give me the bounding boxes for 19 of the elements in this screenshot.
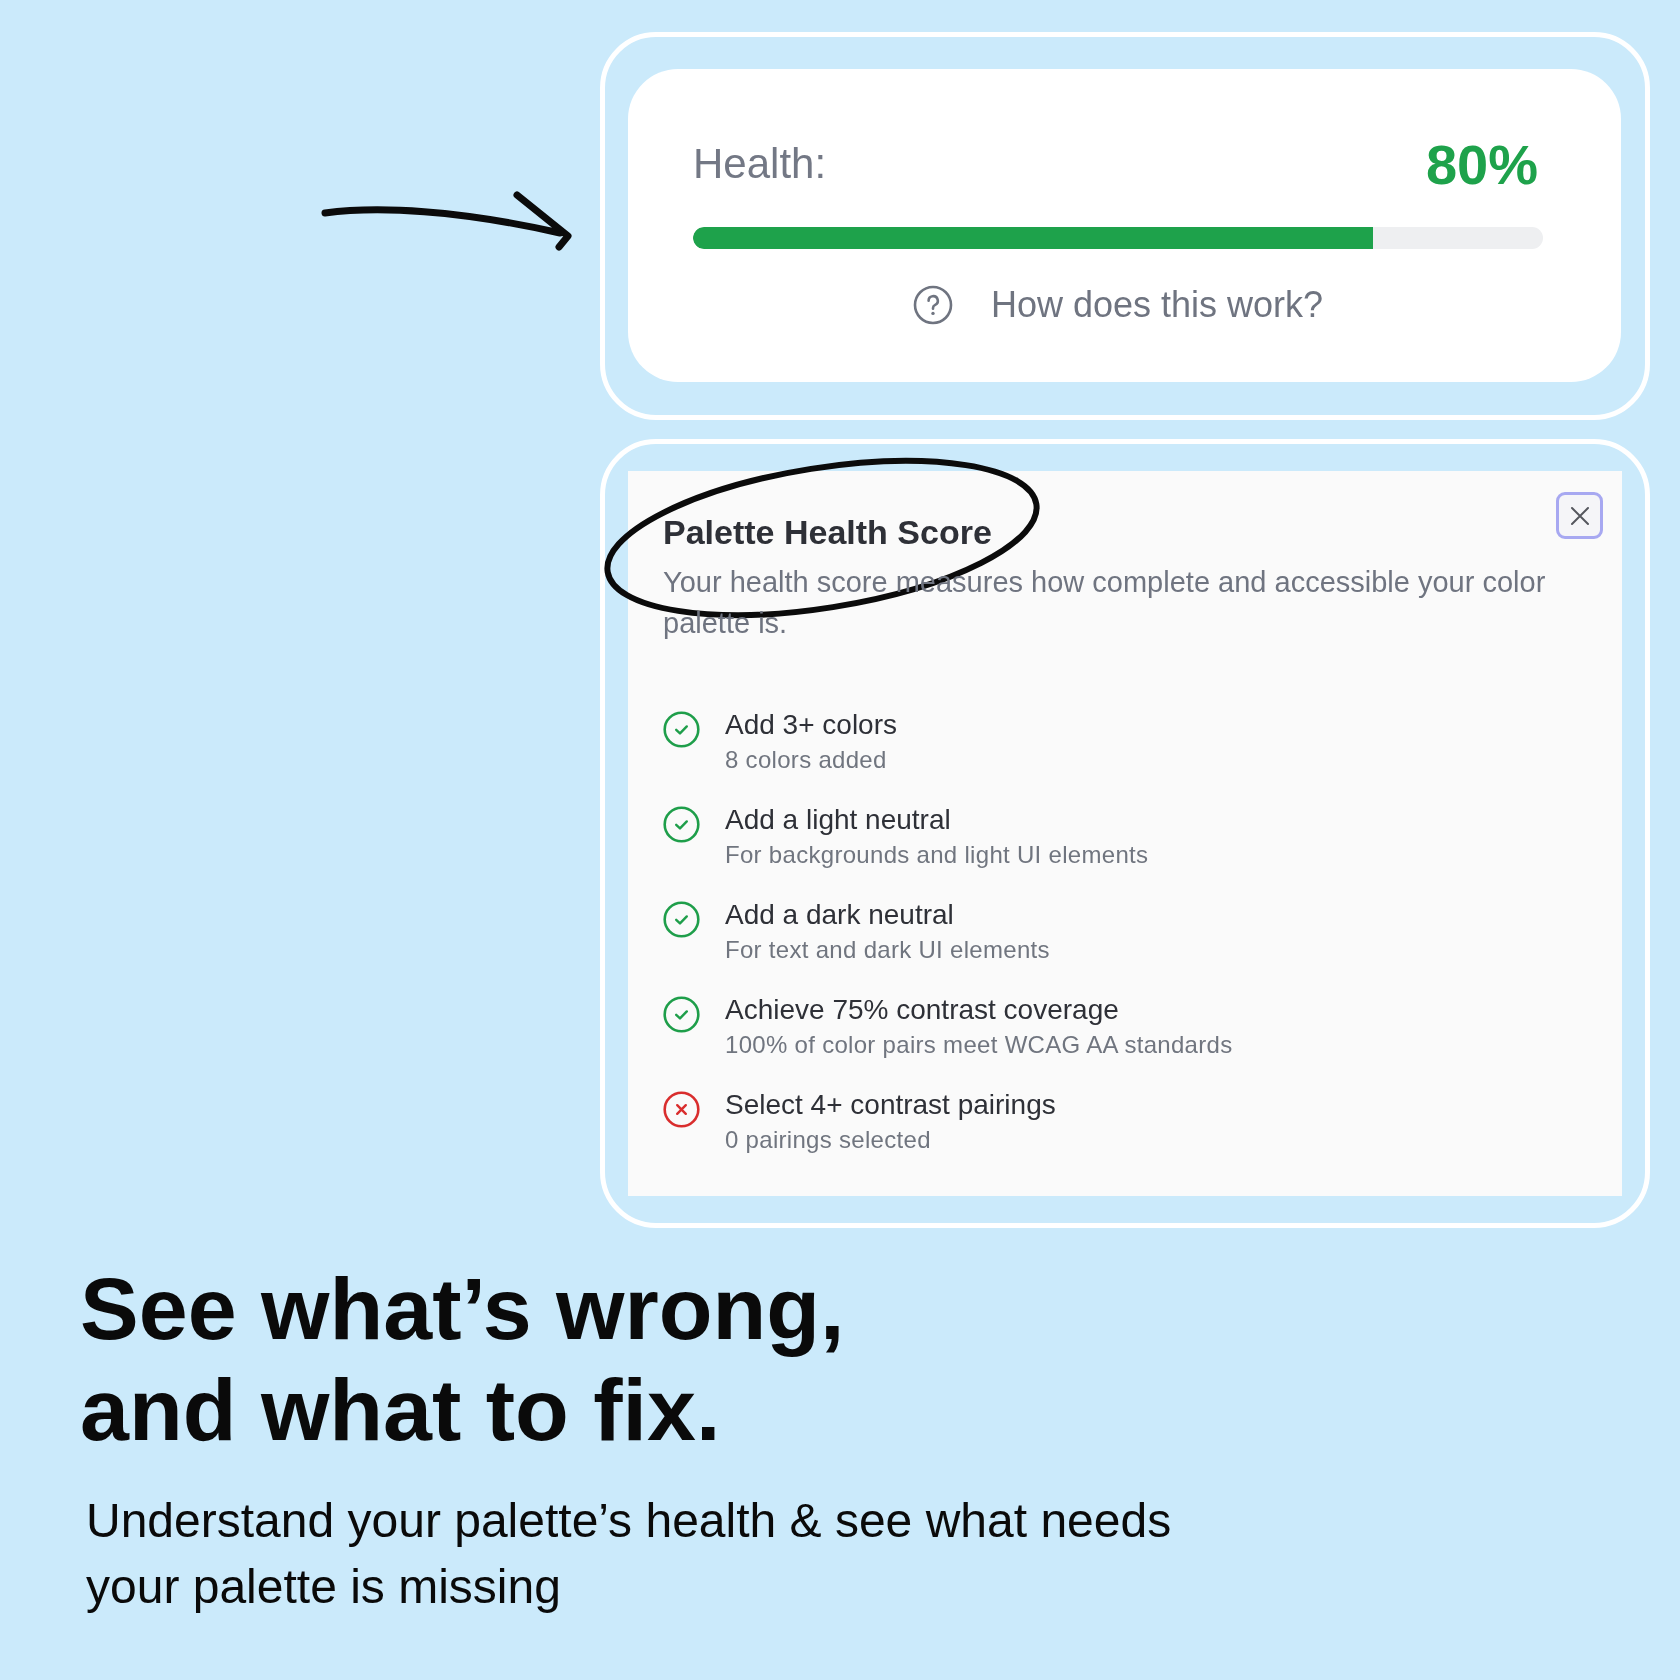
subheadline: Understand your palette’s health & see what needs your palette is missing (86, 1493, 1172, 1615)
health-label: Health: (693, 140, 827, 188)
checklist-item-title: Add a light neutral (725, 803, 952, 837)
checklist-item-detail: 0 pairings selected (725, 1125, 932, 1155)
headline: See what’s wrong, and what to fix. (80, 1258, 845, 1460)
panel-title: Palette Health Score (663, 512, 993, 553)
checklist-item-detail: 100% of color pairs meet WCAG AA standards (725, 1030, 1233, 1060)
checklist-item-detail: For text and dark UI elements (725, 935, 1050, 965)
checklist-item-title: Add 3+ colors (725, 708, 897, 742)
checklist-item-title: Achieve 75% contrast coverage (725, 993, 1120, 1027)
close-icon (1569, 505, 1590, 526)
help-icon (912, 285, 953, 325)
checklist-item-title: Add a dark neutral (725, 898, 955, 932)
checklist-item-title: Select 4+ contrast pairings (725, 1088, 1056, 1122)
checklist-item-detail: 8 colors added (725, 745, 888, 775)
health-percentage: 80% (1425, 131, 1539, 197)
checklist-item-detail: For backgrounds and light UI elements (725, 840, 1149, 870)
help-link[interactable]: How does this work? (912, 285, 1324, 325)
close-button[interactable] (1556, 492, 1603, 539)
